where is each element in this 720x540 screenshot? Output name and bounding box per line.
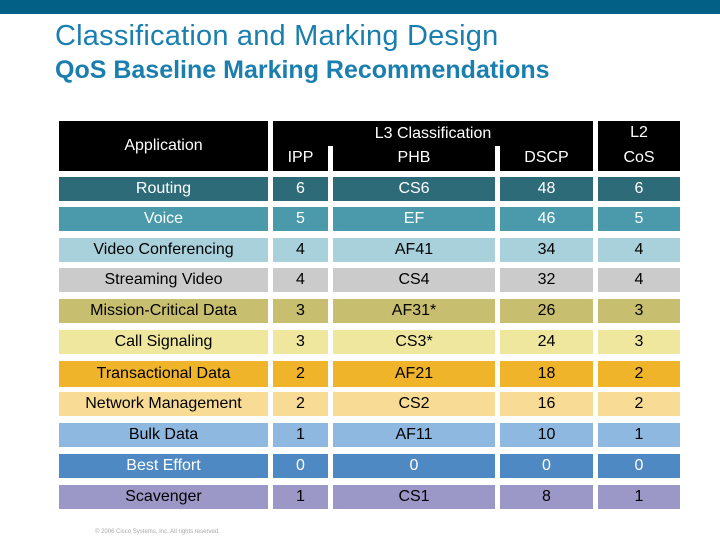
cell-ipp: 0 bbox=[273, 454, 328, 478]
cell-phb: AF11 bbox=[333, 423, 495, 447]
cell-cos: 2 bbox=[598, 392, 680, 416]
cell-application: Streaming Video bbox=[59, 268, 268, 292]
cell-phb: CS6 bbox=[333, 177, 495, 201]
header-l2-label: L2 bbox=[630, 124, 648, 141]
cell-dscp: 18 bbox=[500, 361, 593, 387]
header-phb: PHB bbox=[397, 149, 431, 166]
cell-ipp: 1 bbox=[273, 423, 328, 447]
cell-ipp: 1 bbox=[273, 485, 328, 509]
cell-cos: 6 bbox=[598, 177, 680, 201]
cell-dscp: 24 bbox=[500, 330, 593, 354]
cell-application: Scavenger bbox=[59, 485, 268, 509]
cell-dscp: 46 bbox=[500, 207, 593, 231]
cell-ipp: 3 bbox=[273, 299, 328, 323]
cell-dscp: 0 bbox=[500, 454, 593, 478]
top-banner bbox=[0, 0, 720, 14]
cell-phb: CS4 bbox=[333, 268, 495, 292]
cell-phb: CS2 bbox=[333, 392, 495, 416]
cell-ipp: 4 bbox=[273, 268, 328, 292]
cell-cos: 1 bbox=[598, 423, 680, 447]
cell-phb: 0 bbox=[333, 454, 495, 478]
cell-cos: 2 bbox=[598, 361, 680, 387]
cell-dscp: 32 bbox=[500, 268, 593, 292]
cell-phb: AF31* bbox=[333, 299, 495, 323]
cell-application: Video Conferencing bbox=[59, 238, 268, 262]
cell-ipp: 3 bbox=[273, 330, 328, 354]
cell-application: Transactional Data bbox=[59, 361, 268, 387]
cell-dscp: 8 bbox=[500, 485, 593, 509]
cell-application: Routing bbox=[59, 177, 268, 201]
cell-cos: 3 bbox=[598, 299, 680, 323]
header-cos-label: CoS bbox=[623, 149, 655, 166]
cell-application: Mission-Critical Data bbox=[59, 299, 268, 323]
slide-subtitle: QoS Baseline Marking Recommendations bbox=[55, 56, 550, 84]
cell-ipp: 4 bbox=[273, 238, 328, 262]
cell-phb: CS3* bbox=[333, 330, 495, 354]
cell-dscp: 48 bbox=[500, 177, 593, 201]
copyright-notice: © 2006 Cisco Systems, Inc. All rights re… bbox=[95, 529, 220, 535]
header-l3-label: L3 Classification bbox=[374, 125, 492, 142]
cell-phb: CS1 bbox=[333, 485, 495, 509]
cell-application: Voice bbox=[59, 207, 268, 231]
header-l2-cos: L2 CoS bbox=[598, 121, 680, 171]
cell-cos: 4 bbox=[598, 268, 680, 292]
cell-application: Bulk Data bbox=[59, 423, 268, 447]
cell-ipp: 5 bbox=[273, 207, 328, 231]
header-ipp: IPP bbox=[287, 149, 314, 166]
cell-cos: 5 bbox=[598, 207, 680, 231]
cell-ipp: 6 bbox=[273, 177, 328, 201]
cell-application: Best Effort bbox=[59, 454, 268, 478]
cell-phb: AF21 bbox=[333, 361, 495, 387]
cell-dscp: 10 bbox=[500, 423, 593, 447]
cell-application: Call Signaling bbox=[59, 330, 268, 354]
cell-phb: EF bbox=[333, 207, 495, 231]
cell-dscp: 26 bbox=[500, 299, 593, 323]
header-application: Application bbox=[59, 121, 268, 171]
header-dscp: DSCP bbox=[524, 149, 569, 166]
cell-cos: 3 bbox=[598, 330, 680, 354]
cell-application: Network Management bbox=[59, 392, 268, 416]
cell-cos: 4 bbox=[598, 238, 680, 262]
header-application-label: Application bbox=[124, 137, 203, 154]
cell-ipp: 2 bbox=[273, 361, 328, 387]
cell-dscp: 34 bbox=[500, 238, 593, 262]
cell-phb: AF41 bbox=[333, 238, 495, 262]
slide-title: Classification and Marking Design bbox=[55, 20, 499, 52]
cell-cos: 1 bbox=[598, 485, 680, 509]
cell-dscp: 16 bbox=[500, 392, 593, 416]
cell-ipp: 2 bbox=[273, 392, 328, 416]
cell-cos: 0 bbox=[598, 454, 680, 478]
